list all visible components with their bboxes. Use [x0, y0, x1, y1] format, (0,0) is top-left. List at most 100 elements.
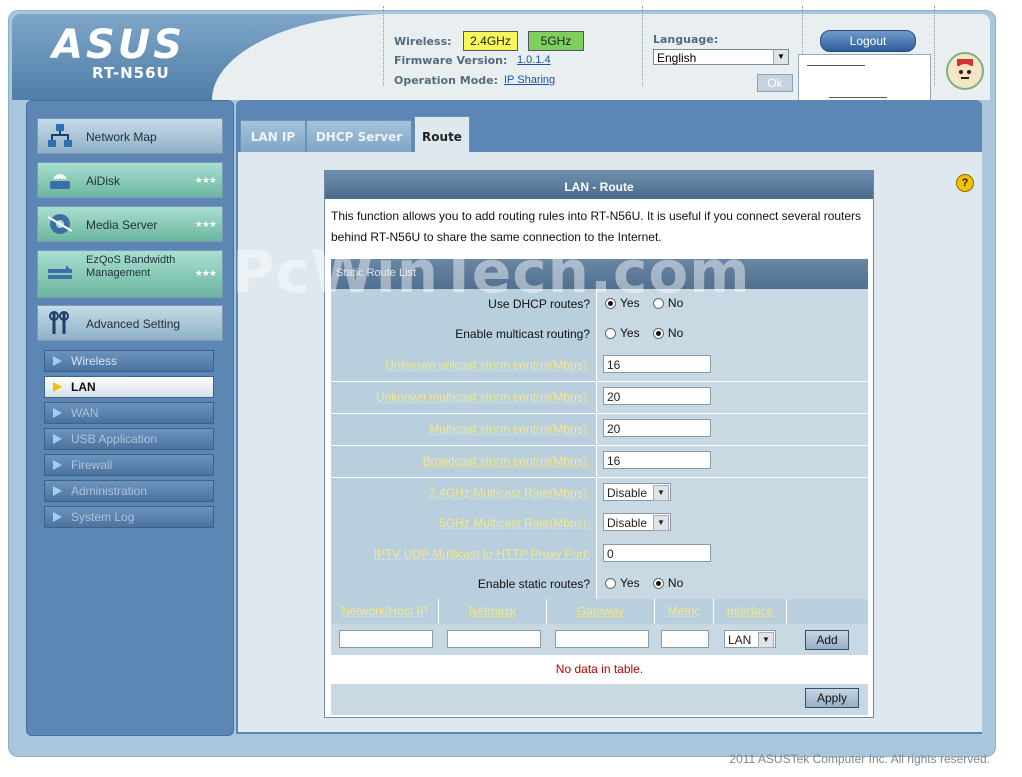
- wireless-label: Wireless:: [394, 35, 452, 48]
- column-gateway[interactable]: Gateway: [547, 599, 655, 624]
- rate-24-select[interactable]: Disable ▼: [603, 483, 671, 501]
- watermark: PcWinTech.com: [232, 238, 751, 306]
- network-host-ip-input[interactable]: [339, 630, 433, 648]
- row-iptv-port: IPTV UDP Multicast to HTTP Proxy Port: 0: [331, 539, 868, 571]
- logout-button[interactable]: Logout: [820, 30, 916, 52]
- radio-yes-label: Yes: [620, 326, 640, 340]
- scribble-line: [807, 65, 865, 66]
- rate-5-value: Disable: [607, 516, 648, 530]
- submenu-lan[interactable]: LAN: [44, 376, 214, 398]
- row-unicast-storm: Unknown unicast storm control(Mbps): 16: [331, 350, 868, 382]
- add-button[interactable]: Add: [805, 630, 849, 650]
- tab-lan-ip[interactable]: LAN IP: [240, 120, 306, 154]
- submenu-system-log[interactable]: System Log: [44, 506, 214, 528]
- row-label[interactable]: Unknown unicast storm control(Mbps):: [331, 350, 597, 381]
- triangle-icon: [53, 356, 62, 366]
- menu-aidisk[interactable]: AiDisk ★★★: [37, 162, 223, 198]
- submenu-label: LAN: [71, 380, 96, 394]
- iptv-port-input[interactable]: 0: [603, 544, 711, 562]
- asus-logo: ASUS: [52, 22, 186, 68]
- row-label[interactable]: 5GHz Multicast Rate(Mbps):: [331, 508, 597, 539]
- metric-input[interactable]: [661, 630, 709, 648]
- radio-yes[interactable]: [605, 328, 616, 340]
- interface-value: LAN: [728, 633, 752, 647]
- menu-advanced-setting[interactable]: Advanced Setting: [37, 305, 223, 341]
- column-netmask[interactable]: Netmask: [439, 599, 547, 624]
- firmware-link[interactable]: 1.0.1.4: [517, 54, 551, 66]
- column-action: [787, 599, 868, 624]
- column-interface[interactable]: Interface: [714, 599, 787, 624]
- header-divider: [934, 6, 935, 86]
- menu-label: Network Map: [86, 130, 157, 144]
- band-24-button[interactable]: 2.4GHz: [463, 31, 518, 51]
- row-label: Enable static routes?: [331, 569, 597, 600]
- unicast-storm-input[interactable]: 16: [603, 355, 711, 373]
- firmware-label: Firmware Version:: [394, 54, 508, 67]
- chevron-down-icon: ▼: [773, 50, 788, 64]
- opmode-link[interactable]: IP Sharing: [504, 74, 555, 86]
- triangle-icon: [53, 408, 62, 418]
- menu-label: Media Server: [86, 218, 158, 232]
- menu-network-map[interactable]: Network Map: [37, 118, 223, 154]
- apply-row: Apply: [331, 684, 868, 715]
- submenu-firewall[interactable]: Firewall: [44, 454, 214, 476]
- interface-select[interactable]: LAN ▼: [724, 630, 776, 648]
- column-network-host-ip[interactable]: Network/Host IP: [331, 599, 439, 624]
- header-divider: [642, 6, 643, 86]
- radio-no[interactable]: [652, 578, 664, 590]
- submenu-usb-application[interactable]: USB Application: [44, 428, 214, 450]
- broadcast-storm-input[interactable]: 16: [603, 451, 711, 469]
- submenu-administration[interactable]: Administration: [44, 480, 214, 502]
- language-select[interactable]: English ▼: [653, 49, 789, 65]
- row-label[interactable]: Multicast storm control(Mbps):: [331, 414, 597, 445]
- radio-no[interactable]: [652, 328, 664, 340]
- band-5-button[interactable]: 5GHz: [528, 31, 584, 51]
- row-label[interactable]: IPTV UDP Multicast to HTTP Proxy Port:: [331, 539, 597, 570]
- triangle-icon: [53, 382, 62, 392]
- chevron-down-icon: ▼: [653, 515, 669, 531]
- language-ok-button[interactable]: Ok: [757, 74, 793, 92]
- panel-title: LAN - Route: [325, 171, 873, 199]
- triangle-icon: [53, 460, 62, 470]
- no-data-message: No data in table.: [331, 655, 868, 684]
- stars-icon: ★★★: [194, 219, 217, 229]
- static-routes-radio-group: Yes No: [603, 576, 683, 590]
- menu-media-server[interactable]: Media Server ★★★: [37, 206, 223, 242]
- radio-yes[interactable]: [605, 578, 616, 590]
- header-divider: [383, 6, 384, 86]
- row-label[interactable]: Broadcast storm control(Mbps):: [331, 446, 597, 477]
- menu-ezqos[interactable]: EzQoS Bandwidth Management ★★★: [37, 250, 223, 298]
- submenu-label: WAN: [71, 406, 99, 420]
- apply-button[interactable]: Apply: [805, 688, 859, 708]
- network-map-icon: [46, 123, 74, 149]
- row-label[interactable]: Unknown multicast storm control(Mbps):: [331, 382, 597, 413]
- opmode-label: Operation Mode:: [394, 74, 499, 87]
- unknown-multicast-storm-input[interactable]: 20: [603, 387, 711, 405]
- menu-label: AiDisk: [86, 174, 121, 188]
- scribble-line: [829, 97, 887, 98]
- router-disk-icon: [46, 167, 74, 193]
- rate-5-select[interactable]: Disable ▼: [603, 513, 671, 531]
- chevron-down-icon: ▼: [653, 485, 669, 501]
- stars-icon: ★★★: [194, 268, 217, 278]
- multicast-storm-input[interactable]: 20: [603, 419, 711, 437]
- submenu-wan[interactable]: WAN: [44, 402, 214, 424]
- row-rate-24: 2.4GHz Multicast Rate(Mbps): Disable ▼: [331, 478, 868, 510]
- submenu-label: USB Application: [71, 432, 158, 446]
- radio-yes-label: Yes: [620, 576, 640, 590]
- column-metric[interactable]: Metric: [655, 599, 714, 624]
- menu-label: Advanced Setting: [86, 317, 181, 331]
- submenu-wireless[interactable]: Wireless: [44, 350, 214, 372]
- gateway-input[interactable]: [555, 630, 649, 648]
- netmask-input[interactable]: [447, 630, 541, 648]
- tab-route[interactable]: Route: [414, 116, 470, 154]
- row-multicast-routing: Enable multicast routing? Yes No: [331, 319, 868, 351]
- avatar-icon: [946, 52, 984, 90]
- language-label: Language:: [653, 33, 719, 46]
- radio-no-label: No: [667, 576, 684, 590]
- stars-icon: ★★★: [194, 175, 217, 185]
- tab-dhcp-server[interactable]: DHCP Server: [306, 120, 412, 154]
- help-icon[interactable]: ?: [956, 174, 974, 192]
- row-label[interactable]: 2.4GHz Multicast Rate(Mbps):: [331, 478, 597, 509]
- media-server-icon: [46, 211, 74, 237]
